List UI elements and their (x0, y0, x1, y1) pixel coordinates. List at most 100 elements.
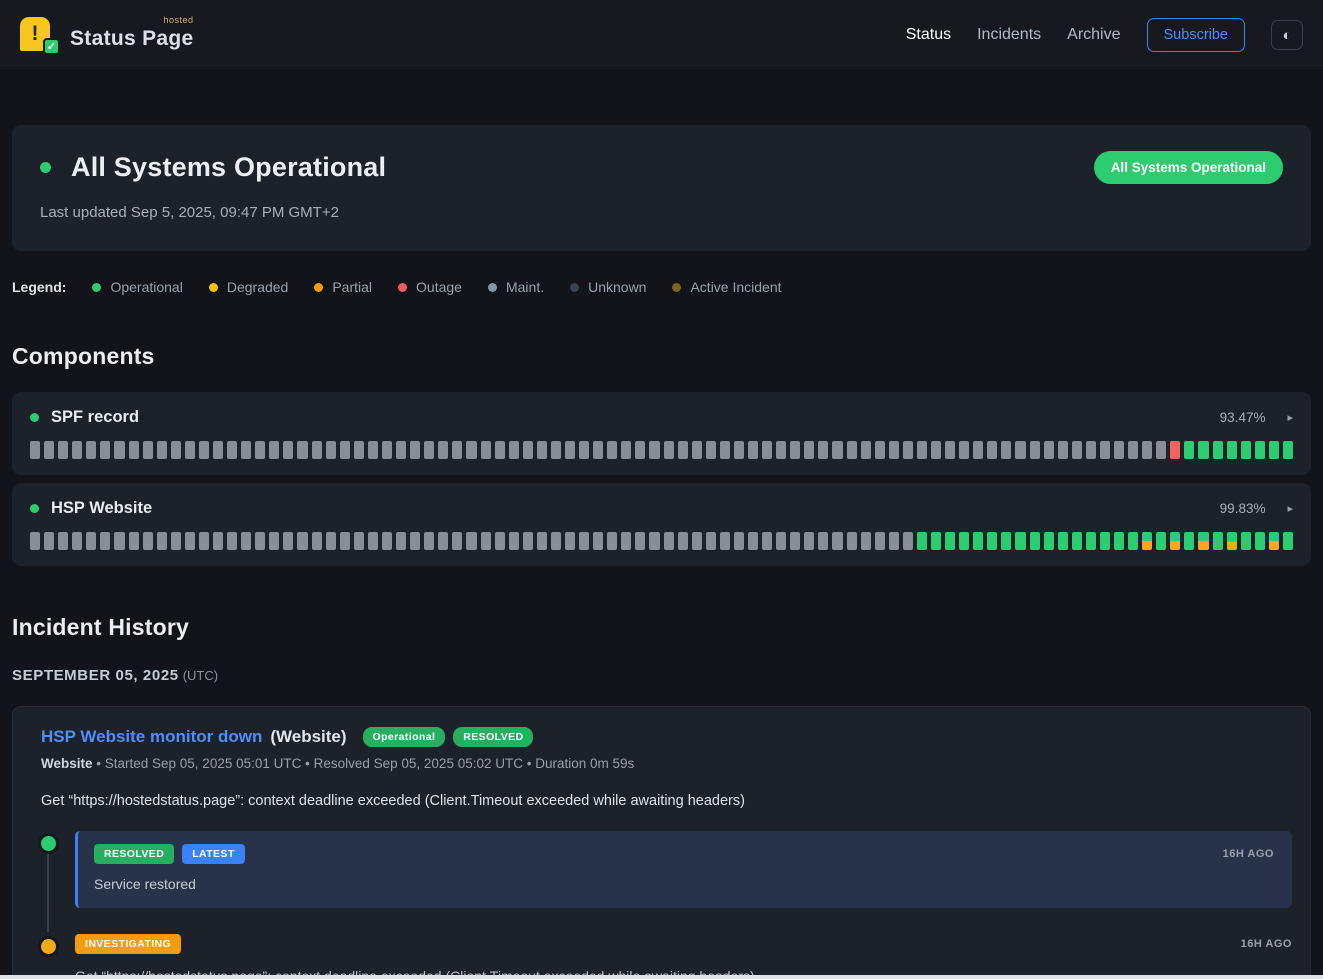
uptime-bar-operational[interactable] (1213, 441, 1223, 459)
uptime-bar-nodata[interactable] (973, 441, 983, 459)
uptime-bar-nodata[interactable] (1058, 441, 1068, 459)
uptime-bar-nodata[interactable] (297, 532, 307, 550)
uptime-bar-nodata[interactable] (157, 441, 167, 459)
uptime-bar-nodata[interactable] (551, 441, 561, 459)
uptime-bar-operational[interactable] (1072, 532, 1082, 550)
uptime-bar-nodata[interactable] (1086, 441, 1096, 459)
uptime-bar-partial[interactable] (1198, 532, 1208, 550)
uptime-bar-nodata[interactable] (86, 441, 96, 459)
uptime-bar-nodata[interactable] (269, 532, 279, 550)
uptime-bar-operational[interactable] (1184, 441, 1194, 459)
brand[interactable]: ! ✓ hosted Status Page (20, 13, 194, 57)
uptime-bar-nodata[interactable] (227, 532, 237, 550)
uptime-bar-operational[interactable] (931, 532, 941, 550)
uptime-bar-nodata[interactable] (1100, 441, 1110, 459)
uptime-bar-nodata[interactable] (199, 532, 209, 550)
uptime-bar-partial[interactable] (1170, 532, 1180, 550)
uptime-bar-nodata[interactable] (565, 441, 575, 459)
uptime-bar-nodata[interactable] (1114, 441, 1124, 459)
uptime-bar-partial[interactable] (1227, 532, 1237, 550)
uptime-bar-operational[interactable] (973, 532, 983, 550)
uptime-bar-nodata[interactable] (861, 532, 871, 550)
uptime-bar-nodata[interactable] (312, 441, 322, 459)
nav-status[interactable]: Status (906, 26, 951, 44)
uptime-bar-operational[interactable] (1086, 532, 1096, 550)
uptime-bar-nodata[interactable] (44, 532, 54, 550)
uptime-bar-operational[interactable] (1001, 532, 1011, 550)
uptime-bar-nodata[interactable] (424, 441, 434, 459)
uptime-bar-nodata[interactable] (875, 441, 885, 459)
uptime-bar-nodata[interactable] (495, 441, 505, 459)
uptime-bar-operational[interactable] (1255, 441, 1265, 459)
uptime-bar-nodata[interactable] (987, 441, 997, 459)
uptime-bar-operational[interactable] (1184, 532, 1194, 550)
uptime-bar-nodata[interactable] (185, 441, 195, 459)
uptime-bar-nodata[interactable] (593, 441, 603, 459)
uptime-bar-nodata[interactable] (861, 441, 871, 459)
uptime-bar-nodata[interactable] (551, 532, 561, 550)
uptime-bar-nodata[interactable] (748, 441, 758, 459)
uptime-bar-operational[interactable] (1030, 532, 1040, 550)
uptime-bar-nodata[interactable] (537, 532, 547, 550)
uptime-bar-nodata[interactable] (720, 441, 730, 459)
uptime-bar-operational[interactable] (1156, 532, 1166, 550)
uptime-bar-nodata[interactable] (537, 441, 547, 459)
uptime-bar-nodata[interactable] (748, 532, 758, 550)
uptime-bar-nodata[interactable] (241, 532, 251, 550)
uptime-bar-nodata[interactable] (832, 532, 842, 550)
uptime-bar-nodata[interactable] (903, 441, 913, 459)
uptime-bar-nodata[interactable] (368, 441, 378, 459)
uptime-bar-nodata[interactable] (579, 532, 589, 550)
incident-title-link[interactable]: HSP Website monitor down (41, 727, 262, 747)
uptime-bar-nodata[interactable] (509, 532, 519, 550)
uptime-bar-nodata[interactable] (340, 532, 350, 550)
uptime-bar-nodata[interactable] (762, 532, 772, 550)
theme-toggle-button[interactable]: ◐ (1271, 20, 1303, 50)
uptime-bar-nodata[interactable] (593, 532, 603, 550)
uptime-bar-nodata[interactable] (382, 441, 392, 459)
uptime-bar-nodata[interactable] (649, 441, 659, 459)
uptime-bar-nodata[interactable] (565, 532, 575, 550)
nav-archive[interactable]: Archive (1067, 26, 1120, 44)
uptime-bar-nodata[interactable] (326, 532, 336, 550)
uptime-bar-nodata[interactable] (452, 441, 462, 459)
uptime-bar-nodata[interactable] (410, 441, 420, 459)
uptime-bar-operational[interactable] (1015, 532, 1025, 550)
uptime-bar-nodata[interactable] (114, 532, 124, 550)
uptime-bar-nodata[interactable] (283, 532, 293, 550)
uptime-bar-nodata[interactable] (410, 532, 420, 550)
uptime-bar-nodata[interactable] (481, 532, 491, 550)
uptime-bar-operational[interactable] (1213, 532, 1223, 550)
uptime-bar-nodata[interactable] (692, 532, 702, 550)
component-header[interactable]: HSP Website99.83%▸ (30, 499, 1293, 518)
uptime-bar-nodata[interactable] (523, 441, 533, 459)
uptime-bar-nodata[interactable] (30, 441, 40, 459)
uptime-bar-nodata[interactable] (804, 532, 814, 550)
uptime-bar-nodata[interactable] (424, 532, 434, 550)
uptime-bar-nodata[interactable] (1015, 441, 1025, 459)
uptime-bar-nodata[interactable] (509, 441, 519, 459)
uptime-bar-operational[interactable] (945, 532, 955, 550)
uptime-bar-nodata[interactable] (466, 441, 476, 459)
uptime-bar-operational[interactable] (959, 532, 969, 550)
uptime-bar-nodata[interactable] (664, 532, 674, 550)
uptime-bar-nodata[interactable] (1072, 441, 1082, 459)
uptime-bar-nodata[interactable] (30, 532, 40, 550)
uptime-bar-nodata[interactable] (326, 441, 336, 459)
uptime-bar-nodata[interactable] (1044, 441, 1054, 459)
uptime-bar-nodata[interactable] (607, 441, 617, 459)
uptime-bar-operational[interactable] (1227, 441, 1237, 459)
uptime-bar-nodata[interactable] (255, 441, 265, 459)
uptime-bar-nodata[interactable] (734, 532, 744, 550)
uptime-bar-nodata[interactable] (438, 532, 448, 550)
uptime-bar-operational[interactable] (1283, 441, 1293, 459)
nav-incidents[interactable]: Incidents (977, 26, 1041, 44)
uptime-bar-nodata[interactable] (635, 532, 645, 550)
uptime-bar-operational[interactable] (1255, 532, 1265, 550)
uptime-bar-nodata[interactable] (340, 441, 350, 459)
uptime-bar-nodata[interactable] (185, 532, 195, 550)
uptime-bar-nodata[interactable] (790, 532, 800, 550)
uptime-bar-nodata[interactable] (283, 441, 293, 459)
uptime-bar-operational[interactable] (1128, 532, 1138, 550)
uptime-bar-nodata[interactable] (58, 532, 68, 550)
